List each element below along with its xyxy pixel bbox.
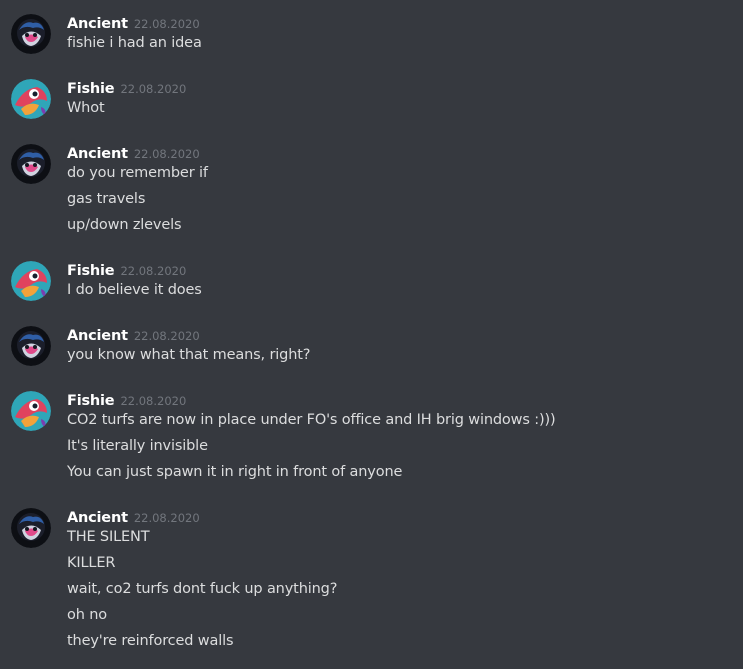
message-header: Fishie 22.08.2020: [67, 390, 186, 410]
timestamp: 22.08.2020: [133, 329, 200, 343]
message-text: Whot: [67, 100, 105, 116]
fishie-avatar-icon[interactable]: [11, 261, 51, 301]
username[interactable]: Fishie: [67, 263, 115, 279]
message-text: wait, co2 turfs dont fuck up anything?: [67, 581, 338, 597]
message-text: CO2 turfs are now in place under FO's of…: [67, 412, 556, 428]
username[interactable]: Ancient: [67, 16, 128, 32]
message-text: fishie i had an idea: [67, 35, 202, 51]
username[interactable]: Ancient: [67, 328, 128, 344]
username[interactable]: Ancient: [67, 146, 128, 162]
message-header: Ancient 22.08.2020: [67, 143, 200, 163]
message-header: Ancient 22.08.2020: [67, 325, 200, 345]
fishie-avatar-icon[interactable]: [11, 79, 51, 119]
message-text: It's literally invisible: [67, 438, 208, 454]
timestamp: 22.08.2020: [133, 147, 200, 161]
ancient-avatar-icon[interactable]: [11, 326, 51, 366]
message-header: Fishie 22.08.2020: [67, 260, 186, 280]
message-header: Ancient 22.08.2020: [67, 507, 200, 527]
chat-log: Ancient 22.08.2020 fishie i had an idea F…: [0, 0, 743, 669]
message-text: You can just spawn it in right in front …: [67, 464, 403, 480]
message-text: they're reinforced walls: [67, 633, 234, 649]
message-text: oh no: [67, 607, 107, 623]
timestamp: 22.08.2020: [120, 394, 187, 408]
username[interactable]: Fishie: [67, 81, 115, 97]
message-text: up/down zlevels: [67, 217, 182, 233]
message-text: I do believe it does: [67, 282, 202, 298]
username[interactable]: Ancient: [67, 510, 128, 526]
message-text: THE SILENT: [67, 529, 150, 545]
message-text: you know what that means, right?: [67, 347, 311, 363]
timestamp: 22.08.2020: [120, 264, 187, 278]
username[interactable]: Fishie: [67, 393, 115, 409]
message-text: do you remember if: [67, 165, 208, 181]
ancient-avatar-icon[interactable]: [11, 144, 51, 184]
message-text: KILLER: [67, 555, 116, 571]
timestamp: 22.08.2020: [120, 82, 187, 96]
ancient-avatar-icon[interactable]: [11, 508, 51, 548]
message-header: Ancient 22.08.2020: [67, 13, 200, 33]
timestamp: 22.08.2020: [133, 17, 200, 31]
message-text: gas travels: [67, 191, 146, 207]
ancient-avatar-icon[interactable]: [11, 14, 51, 54]
fishie-avatar-icon[interactable]: [11, 391, 51, 431]
message-header: Fishie 22.08.2020: [67, 78, 186, 98]
timestamp: 22.08.2020: [133, 511, 200, 525]
